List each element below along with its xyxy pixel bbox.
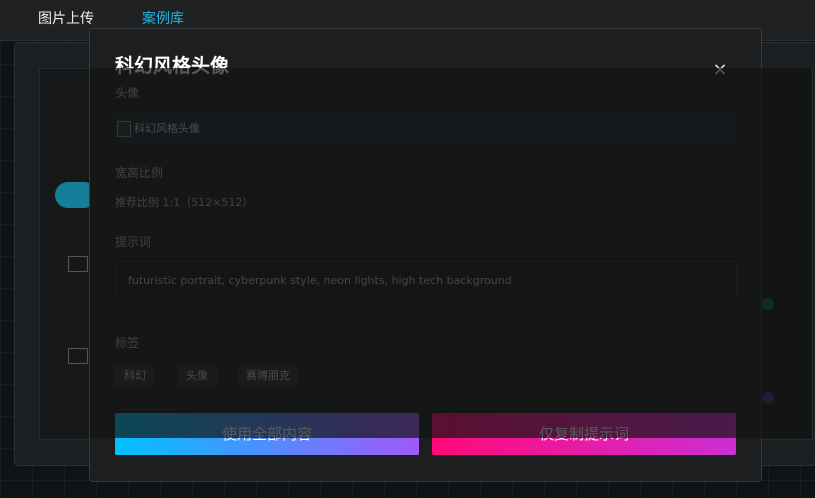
copy-prompt-button[interactable]: 仅复制提示词: [432, 413, 736, 455]
prompt-text: futuristic portrait, cyberpunk style, ne…: [128, 274, 512, 287]
broken-image-icon: [117, 121, 131, 137]
ratio-value: 推荐比例 1:1（512×512）: [115, 196, 254, 209]
modal-title: 科幻风格头像: [115, 55, 230, 77]
background-status-dot: [762, 298, 774, 310]
ratio-label: 宽高比例: [115, 166, 164, 180]
tag-chip: 赛博朋克: [237, 365, 299, 387]
tag-chip: 科幻: [115, 365, 155, 387]
tab-image-upload[interactable]: 图片上传: [38, 10, 94, 28]
background-image-icon: [68, 348, 88, 364]
cover-image: 科幻风格头像: [115, 115, 737, 143]
case-detail-modal: 科幻风格头像 × 头像 科幻风格头像 宽高比例 推荐比例 1:1（512×512…: [89, 28, 762, 482]
prompt-label: 提示词: [115, 235, 152, 249]
tags-label: 标签: [115, 336, 140, 350]
use-all-content-button[interactable]: 使用全部内容: [115, 413, 419, 455]
background-image-icon: [68, 256, 88, 272]
image-alt-text: 科幻风格头像: [134, 122, 200, 135]
tag-chip: 头像: [177, 365, 217, 387]
cover-label: 头像: [115, 86, 140, 100]
close-icon[interactable]: ×: [709, 59, 731, 81]
tab-case-library[interactable]: 案例库: [142, 10, 184, 28]
background-status-dot: [762, 392, 774, 404]
prompt-textbox[interactable]: futuristic portrait, cyberpunk style, ne…: [115, 261, 737, 301]
